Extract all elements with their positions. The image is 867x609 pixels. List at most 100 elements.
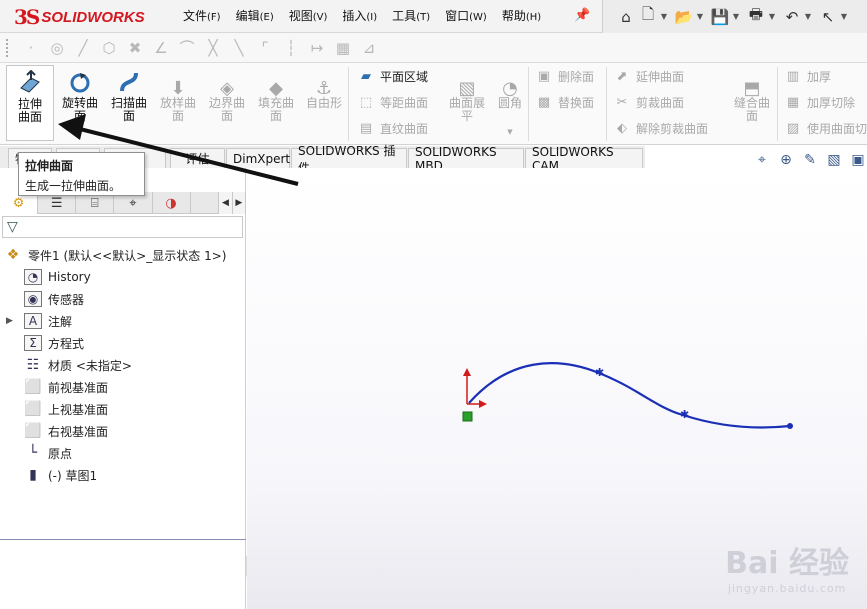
menu-file[interactable]: 文件(F) xyxy=(183,7,221,24)
displaymanager-tab-icon[interactable]: ◑ xyxy=(153,192,191,214)
menu-insert[interactable]: 插入(I) xyxy=(342,7,377,24)
tree-item-sensors[interactable]: ◉ 传感器 xyxy=(0,288,246,310)
menu-tools[interactable]: 工具(T) xyxy=(392,7,430,24)
tab-solidworks-cam[interactable]: SOLIDWORKS CAM xyxy=(525,145,643,173)
fill-surface-button[interactable]: ◆ 填充曲面 xyxy=(252,65,300,141)
tab-scroll-right-icon[interactable]: ▶ xyxy=(232,192,246,214)
menu-window[interactable]: 窗口(W) xyxy=(445,7,487,24)
open-folder-icon[interactable]: 📂 xyxy=(673,6,695,28)
tree-item-top-plane[interactable]: ⬜ 上视基准面 xyxy=(0,398,246,420)
freeform-button[interactable]: ⚓ 自由形 xyxy=(300,65,348,141)
tree-item-right-plane[interactable]: ⬜ 右视基准面 xyxy=(0,420,246,442)
solidworks-logo[interactable]: 3S SOLIDWORKS xyxy=(14,5,145,29)
tree-item-history[interactable]: ◔ History xyxy=(0,266,246,288)
extrude-surface-button[interactable]: 拉伸曲面 xyxy=(6,65,54,141)
corner-icon[interactable]: ⌜ xyxy=(252,37,278,59)
part-icon: ❖ xyxy=(6,247,20,263)
trim-icon[interactable]: ✖ xyxy=(122,37,148,59)
angle-line-icon[interactable]: ∠ xyxy=(148,37,174,59)
baidu-jingyan-watermark: Bai 经验 jingyan.baidu.com xyxy=(725,538,849,595)
ruled-surface-button[interactable]: ▤ 直纹曲面 xyxy=(356,117,428,139)
tree-item-annotations[interactable]: ▶ A 注解 xyxy=(0,310,246,332)
print-icon[interactable]: 🖶 xyxy=(745,5,767,28)
undo-icon[interactable]: ↶ xyxy=(781,6,803,28)
diagonal-line-icon[interactable]: ╲ xyxy=(226,37,252,59)
trim-surface-icon: ✂ xyxy=(616,94,628,110)
centerline-icon[interactable]: ┆ xyxy=(278,37,304,59)
chevron-down-icon[interactable]: ▼ xyxy=(767,6,777,28)
chevron-down-icon[interactable]: ▼ xyxy=(695,6,705,28)
graphics-area[interactable]: ✱ ✱ Bai 经验 jingyan.baidu.com xyxy=(247,168,867,609)
filter-box[interactable]: ▽ xyxy=(2,216,243,238)
untrim-surface-button[interactable]: ⬖ 解除剪裁曲面 xyxy=(612,117,708,139)
zoom-to-fit-icon[interactable]: ⌖ xyxy=(750,150,774,170)
tree-item-label: 原点 xyxy=(48,446,73,461)
construction-line-icon[interactable]: ╳ xyxy=(200,37,226,59)
thicken-button[interactable]: ▥ 加厚 xyxy=(783,65,831,87)
line-icon[interactable]: ╱ xyxy=(70,37,96,59)
thicken-cut-button[interactable]: ▦ 加厚切除 xyxy=(783,91,855,113)
pin-icon[interactable]: 📌 xyxy=(574,8,590,23)
more-tabs-icon[interactable] xyxy=(191,192,220,214)
tab-solidworks-mbd[interactable]: SOLIDWORKS MBD xyxy=(408,145,524,173)
section-view-icon[interactable]: ▧ xyxy=(822,150,846,170)
planar-surface-button[interactable]: ▰ 平面区域 xyxy=(356,65,428,87)
toolbar-grip[interactable] xyxy=(6,38,10,57)
view-orientation-icon[interactable]: ▣ xyxy=(846,150,867,170)
chevron-down-icon[interactable]: ▼ xyxy=(659,6,669,28)
cut-with-surface-button[interactable]: ▨ 使用曲面切 xyxy=(783,117,867,139)
revolve-surface-button[interactable]: 旋转曲面 xyxy=(56,65,104,141)
home-icon[interactable]: ⌂ xyxy=(615,6,637,28)
menu-view[interactable]: 视图(V) xyxy=(289,7,328,24)
spline-point-marker[interactable]: ✱ xyxy=(680,408,689,421)
sweep-surface-label: 扫描曲面 xyxy=(110,96,147,123)
chevron-down-icon[interactable]: ▼ xyxy=(731,6,741,28)
spline-point-marker[interactable]: ✱ xyxy=(595,366,604,379)
replace-face-button[interactable]: ▩ 替换面 xyxy=(534,91,594,113)
extend-surface-button[interactable]: ⬈ 延伸曲面 xyxy=(612,65,684,87)
menu-help[interactable]: 帮助(H) xyxy=(502,7,541,24)
tree-item-origin[interactable]: └ 原点 xyxy=(0,442,246,464)
chevron-down-icon[interactable]: ▼ xyxy=(839,6,849,28)
sweep-surface-button[interactable]: 扫描曲面 xyxy=(105,65,153,141)
chevron-down-icon[interactable]: ▼ xyxy=(486,126,534,139)
grid-icon[interactable]: ▦ xyxy=(330,37,356,59)
tree-item-front-plane[interactable]: ⬜ 前视基准面 xyxy=(0,376,246,398)
fillet-button[interactable]: ◔ 圆角 ▼ xyxy=(486,65,534,141)
dimension-icon[interactable]: ↦ xyxy=(304,37,330,59)
rollback-bar[interactable] xyxy=(0,539,246,540)
delete-face-button[interactable]: ▣ 删除面 xyxy=(534,65,594,87)
loft-surface-button[interactable]: ⬇ 放样曲面 xyxy=(154,65,202,141)
select-cursor-icon[interactable]: ↖ xyxy=(817,6,839,28)
tab-scroll-left-icon[interactable]: ◀ xyxy=(219,192,233,214)
previous-view-icon[interactable]: ✎ xyxy=(798,150,822,170)
chevron-down-icon[interactable]: ▼ xyxy=(803,6,813,28)
tree-item-sketch1[interactable]: ▮ (-) 草图1 xyxy=(0,464,246,486)
trim-surface-button[interactable]: ✂ 剪裁曲面 xyxy=(612,91,684,113)
menu-edit[interactable]: 编辑(E) xyxy=(236,7,274,24)
zoom-to-area-icon[interactable]: ⊕ xyxy=(774,150,798,170)
tree-item-material[interactable]: ☷ 材质 <未指定> xyxy=(0,354,246,376)
arc-icon[interactable]: ⌒ xyxy=(174,37,200,59)
expand-arrow-icon[interactable]: ▶ xyxy=(6,316,13,326)
point-icon[interactable]: · xyxy=(18,37,44,59)
save-icon[interactable]: 💾 xyxy=(709,6,731,28)
tree-item-equations[interactable]: Σ 方程式 xyxy=(0,332,246,354)
circle-icon[interactable]: ◎ xyxy=(44,37,70,59)
sketch-spline[interactable] xyxy=(468,362,791,429)
new-document-icon[interactable]: 🗋 xyxy=(637,5,659,28)
spline-endpoint[interactable] xyxy=(787,423,793,429)
offset-surface-button[interactable]: ⬚ 等距曲面 xyxy=(356,91,428,113)
surfaces-ribbon: 拉伸曲面 旋转曲面 扫描曲面 ⬇ 放样曲面 ◈ 边界曲面 ◆ 填充曲面 ⚓ 自由… xyxy=(0,63,867,145)
tab-dimxpert[interactable]: DimXpert xyxy=(226,148,290,168)
filter-icon[interactable]: ▽ xyxy=(7,219,18,235)
tree-root-part[interactable]: ❖ 零件1 (默认<<默认>_显示状态 1>) xyxy=(0,244,246,266)
polygon-icon[interactable]: ⬡ xyxy=(96,37,122,59)
tab-evaluate[interactable]: 评估 xyxy=(170,148,225,168)
boundary-surface-button[interactable]: ◈ 边界曲面 xyxy=(203,65,251,141)
delete-face-icon: ▣ xyxy=(537,68,551,84)
angle-dimension-icon[interactable]: ⊿ xyxy=(356,37,382,59)
knit-surface-button[interactable]: ⬒ 缝合曲面 xyxy=(728,65,776,141)
tab-solidworks-addins[interactable]: SOLIDWORKS 插件 xyxy=(291,144,407,175)
flatten-surface-button[interactable]: ▧ 曲面展平 xyxy=(443,65,491,141)
